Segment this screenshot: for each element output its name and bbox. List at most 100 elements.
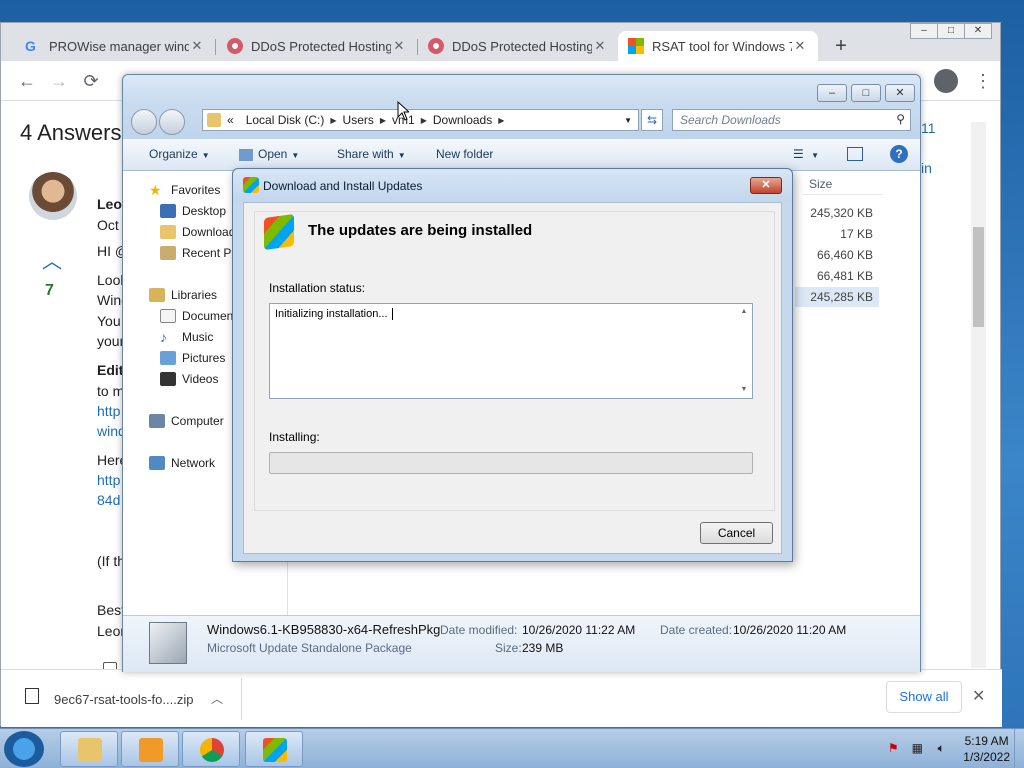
nav-computer[interactable]: Computer (149, 414, 224, 428)
column-header-size[interactable]: Size (803, 171, 883, 195)
answer-link-fragment[interactable]: http (97, 472, 120, 488)
forward-button[interactable]: → (47, 69, 71, 93)
nav-desktop[interactable]: Desktop (160, 204, 226, 218)
minimize-button[interactable]: – (817, 84, 847, 102)
ddos-icon (227, 38, 243, 54)
nav-libraries[interactable]: Libraries (149, 288, 217, 302)
nav-network[interactable]: Network (149, 456, 215, 470)
nav-documents[interactable]: Documents (160, 309, 243, 323)
detail-date-created: 10/26/2020 11:20 AM (733, 623, 847, 637)
close-window-button[interactable]: ✕ (885, 84, 915, 102)
chevron-down-icon: ▼ (201, 151, 210, 160)
view-options-icon[interactable]: ☰ ▼ (793, 147, 819, 161)
help-icon[interactable]: ? (890, 145, 908, 163)
scroll-up-icon[interactable]: ▲ (736, 304, 752, 320)
nav-label: Pictures (182, 351, 226, 365)
answer-link-fragment[interactable]: http (97, 403, 120, 419)
address-bar[interactable]: « Local Disk (C:) ▶ Users ▶ vm1 ▶ Downlo… (202, 109, 639, 131)
videos-icon (160, 372, 176, 386)
dialog-close-button[interactable]: ✕ (750, 177, 782, 194)
new-tab-button[interactable]: + (830, 35, 852, 57)
nav-label: Computer (171, 414, 224, 428)
window-controls: – □ ✕ (910, 23, 992, 39)
file-size-cell[interactable]: 245,320 KB (795, 203, 879, 223)
scroll-thumb[interactable] (973, 227, 984, 327)
file-size-cell[interactable]: 66,460 KB (795, 245, 879, 265)
status-scrollbar[interactable]: ▲ ▼ (736, 304, 752, 398)
page-scrollbar[interactable] (971, 122, 986, 668)
detail-file-type: Microsoft Update Standalone Package (207, 641, 412, 655)
download-file-name[interactable]: 9ec67-rsat-tools-fo....zip (54, 692, 193, 707)
taskbar-windows-update[interactable] (245, 731, 303, 767)
file-size-cell[interactable]: 66,481 KB (795, 266, 879, 286)
nav-downloads[interactable]: Downloads (160, 225, 241, 239)
maximize-button[interactable]: □ (937, 23, 965, 39)
breadcrumb-local-disk[interactable]: Local Disk (C:) (240, 113, 331, 127)
upvote-icon[interactable]: ︿ (39, 252, 65, 272)
tab-title: DDoS Protected Hosting (452, 38, 592, 54)
chevron-down-icon[interactable]: ▼ (624, 116, 632, 125)
forward-button[interactable] (159, 109, 185, 135)
refresh-button[interactable]: ⇆ (641, 109, 663, 131)
installation-status-textarea[interactable]: Initializing installation... ▲ ▼ (269, 303, 753, 399)
details-pane: Windows6.1-KB958830-x64-RefreshPkg Micro… (123, 615, 920, 672)
tab-rsat[interactable]: RSAT tool for Windows 7 ✕ (618, 31, 818, 61)
close-tab-icon[interactable]: ✕ (792, 38, 808, 54)
back-button[interactable]: ← (15, 69, 39, 93)
close-tab-icon[interactable]: ✕ (391, 38, 407, 54)
detail-file-name: Windows6.1-KB958830-x64-RefreshPkg (207, 622, 441, 637)
file-size-cell[interactable]: 17 KB (795, 224, 879, 244)
profile-icon[interactable] (934, 69, 958, 93)
close-tab-icon[interactable]: ✕ (592, 38, 608, 54)
music-icon: ♪ (160, 329, 167, 345)
menu-icon[interactable]: ⋮ (974, 69, 992, 93)
taskbar-chrome[interactable] (182, 731, 240, 767)
breadcrumb-prefix[interactable]: « (221, 113, 240, 127)
recent-places-icon (160, 246, 176, 260)
minimize-button[interactable]: – (910, 23, 938, 39)
taskbar-media-player[interactable] (121, 731, 179, 767)
volume-icon[interactable]: 🔈︎ (933, 741, 949, 757)
tab-ddos-1[interactable]: DDoS Protected Hosting ✕ (217, 31, 417, 61)
action-center-icon[interactable]: ⚑ (885, 741, 901, 757)
back-button[interactable] (131, 109, 157, 135)
status-text: Initializing installation... (275, 308, 393, 321)
dialog-titlebar[interactable]: Download and Install Updates ✕ (233, 169, 792, 201)
nav-music[interactable]: ♪ Music (160, 330, 213, 344)
network-icon[interactable]: ▦ (909, 741, 925, 757)
share-with-button[interactable]: Share with ▼ (337, 147, 406, 161)
start-button[interactable] (4, 731, 44, 767)
open-button[interactable]: Open ▼ (239, 147, 299, 161)
divider (241, 678, 242, 720)
answer-link-fragment[interactable]: 84d (97, 492, 120, 508)
breadcrumb-users[interactable]: Users (337, 113, 380, 127)
nav-videos[interactable]: Videos (160, 372, 218, 386)
reload-button[interactable]: ⟳ (79, 69, 103, 93)
nav-favorites[interactable]: ★ Favorites (149, 183, 220, 197)
explorer-window-controls: – □ ✕ (813, 84, 915, 102)
taskbar-explorer[interactable] (60, 731, 118, 767)
organize-button[interactable]: Organize ▼ (149, 147, 210, 161)
maximize-button[interactable]: □ (851, 84, 881, 102)
close-tab-icon[interactable]: ✕ (189, 38, 205, 54)
chevron-up-icon[interactable]: ︿ (211, 690, 223, 707)
preview-pane-icon[interactable] (847, 147, 863, 161)
show-desktop-button[interactable] (1014, 729, 1024, 768)
pictures-icon (160, 351, 176, 365)
clock[interactable]: 5:19 AM 1/3/2022 (963, 733, 1010, 765)
new-folder-button[interactable]: New folder (436, 147, 493, 161)
show-all-button[interactable]: Show all (886, 681, 962, 713)
explorer-titlebar[interactable]: – □ ✕ (123, 75, 920, 107)
scroll-down-icon[interactable]: ▼ (736, 382, 752, 398)
windows-update-icon (264, 213, 294, 251)
breadcrumb-downloads[interactable]: Downloads (427, 113, 498, 127)
breadcrumb-arrow-icon[interactable]: ▶ (498, 116, 504, 125)
tab-ddos-2[interactable]: DDoS Protected Hosting ✕ (418, 31, 618, 61)
cancel-button[interactable]: Cancel (700, 522, 773, 544)
tab-prowise[interactable]: G PROWise manager windo ✕ (15, 31, 215, 61)
close-downloads-bar-button[interactable]: ✕ (972, 686, 985, 706)
file-size-cell[interactable]: 245,285 KB (795, 287, 879, 307)
nav-pictures[interactable]: Pictures (160, 351, 225, 365)
close-window-button[interactable]: ✕ (964, 23, 992, 39)
search-input[interactable]: Search Downloads ⚲ (672, 109, 911, 131)
